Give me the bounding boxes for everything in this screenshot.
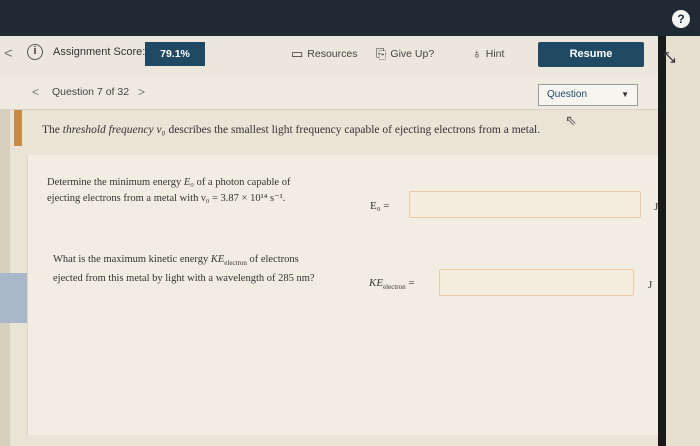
part2-answer-input[interactable] <box>439 269 634 296</box>
assignment-score-badge: 79.1% <box>145 42 205 66</box>
part2-label-symbol: KE <box>369 277 384 289</box>
next-question-icon[interactable]: > <box>138 85 145 99</box>
part2-answer-label: KEelectron = <box>369 277 415 291</box>
part2-line1-pre: What is the maximum kinetic energy <box>53 254 211 265</box>
intro-term: threshold frequency <box>62 124 154 136</box>
intro-symbol: ν₀ <box>156 124 166 136</box>
expand-icon[interactable]: ⤡ <box>664 49 675 66</box>
part1-line2: ejecting electrons from a metal with ν₀ … <box>47 193 286 204</box>
part2-unit: J <box>648 279 653 291</box>
question-intro: The threshold frequency ν₀ describes the… <box>42 124 642 136</box>
resources-icon: ▭ <box>291 46 304 61</box>
part1-answer-label: E₀ = <box>370 200 390 212</box>
resources-button[interactable]: ▭ Resources <box>291 46 358 62</box>
intro-post: describes the smallest light frequency c… <box>165 124 541 136</box>
hint-button[interactable]: ♁ Hint <box>472 46 504 61</box>
question-select[interactable]: Question ▼ <box>538 84 638 106</box>
intro-pre: The <box>42 124 63 136</box>
part1-line1-symbol: E₀ <box>183 177 194 188</box>
part2-label-subscript: electron <box>383 283 406 292</box>
part1-prompt: Determine the minimum energy E₀ of a pho… <box>47 175 347 207</box>
part1-line1-post: of a photon capable of <box>193 177 291 188</box>
assignment-score-label: Assignment Score: <box>53 46 146 58</box>
part2-line1-subscript: electron <box>224 259 247 268</box>
hint-icon: ♁ <box>472 46 482 61</box>
part2-label-eq: = <box>405 277 415 289</box>
part1-unit: J <box>654 201 659 213</box>
resume-button[interactable]: Resume <box>538 42 644 67</box>
give-up-button[interactable]: ⎘ Give Up? <box>376 46 434 62</box>
part2-line1-post: of electrons <box>246 254 299 265</box>
resources-label: Resources <box>307 48 358 60</box>
hint-label: Hint <box>485 47 505 60</box>
question-select-value: Question <box>547 89 588 100</box>
part2-line1-symbol: KE <box>210 254 225 265</box>
give-up-label: Give Up? <box>390 48 435 60</box>
part1-line1: Determine the minimum energy E₀ of a pho… <box>47 175 347 191</box>
left-blue-tab <box>0 273 28 323</box>
give-up-icon: ⎘ <box>376 46 387 61</box>
part2-line2: ejected from this metal by light with a … <box>53 273 315 285</box>
question-marker <box>14 110 22 146</box>
browser-top-bar <box>0 0 700 36</box>
info-icon[interactable]: i <box>27 44 43 60</box>
right-side-panel <box>666 36 700 446</box>
part2-prompt: What is the maximum kinetic energy KEele… <box>53 252 373 287</box>
part1-line1-pre: Determine the minimum energy <box>47 177 184 188</box>
back-arrow-icon[interactable]: < <box>4 45 13 62</box>
chevron-down-icon: ▼ <box>621 90 629 99</box>
mouse-cursor-icon: ⇖ <box>565 112 577 128</box>
question-counter: Question 7 of 32 <box>52 86 130 98</box>
right-edge-bar <box>658 36 666 446</box>
previous-question-icon[interactable]: < <box>32 85 39 99</box>
part1-answer-input[interactable] <box>409 191 641 218</box>
part2-line1: What is the maximum kinetic energy KEele… <box>53 252 373 271</box>
help-icon[interactable]: ? <box>672 10 690 28</box>
